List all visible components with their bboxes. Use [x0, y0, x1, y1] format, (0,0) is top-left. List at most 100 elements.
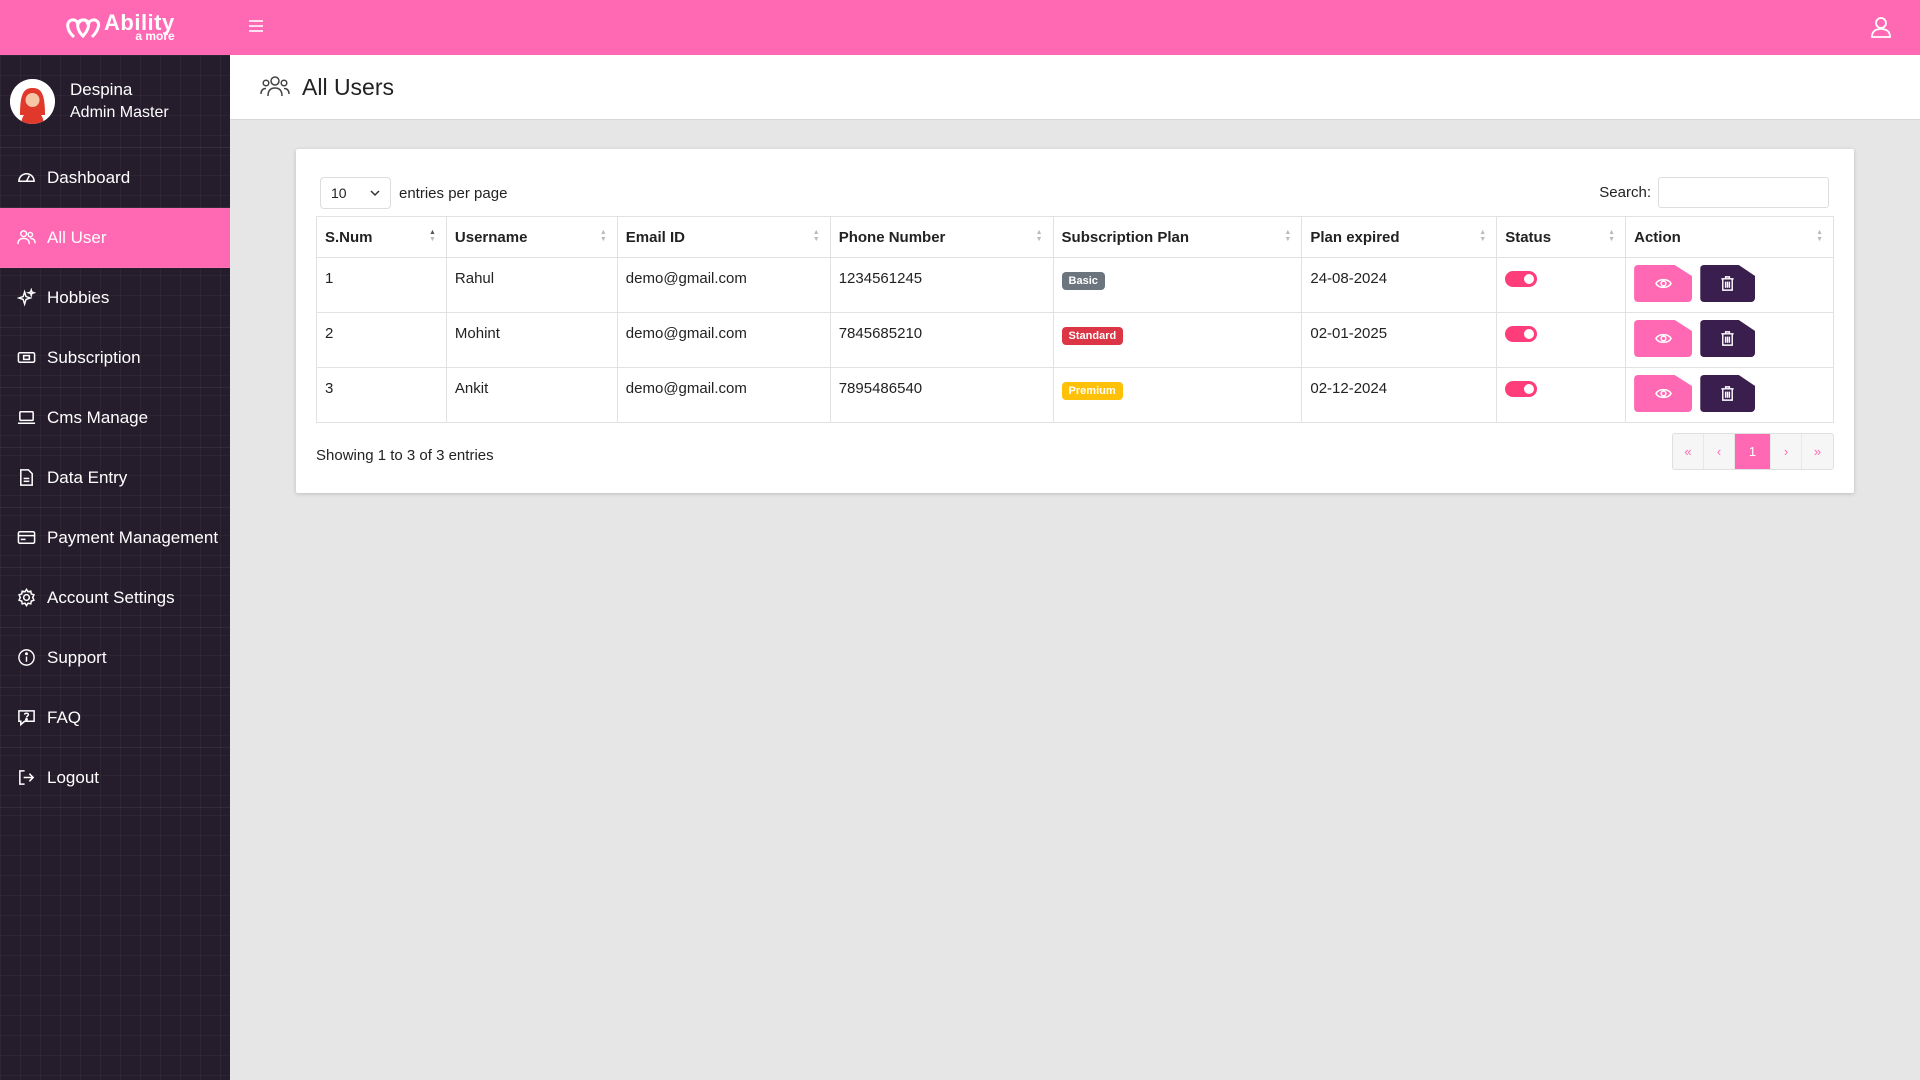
page-next-button[interactable]: ›: [1771, 434, 1802, 469]
view-button[interactable]: [1634, 320, 1693, 357]
trash-icon: [1721, 386, 1734, 401]
cell-phone: 7895486540: [829, 367, 1054, 423]
users-icon: [16, 230, 36, 245]
sort-icon: ▲ ▼: [812, 229, 820, 243]
chevron-down-icon: [370, 189, 380, 196]
view-button[interactable]: [1634, 265, 1693, 302]
entries-per-page-select[interactable]: 10: [320, 177, 391, 209]
column-header-plan[interactable]: Subscription Plan ▲ ▼: [1052, 216, 1303, 258]
sort-icon: ▲ ▼: [1284, 229, 1292, 243]
eye-icon: [1654, 388, 1672, 399]
column-header-snum[interactable]: S.Num ▲ ▼: [316, 216, 447, 258]
user-account-icon[interactable]: [1868, 14, 1894, 40]
page-first-button[interactable]: «: [1673, 434, 1704, 469]
cell-action: [1625, 257, 1834, 313]
column-header-expired[interactable]: Plan expired ▲ ▼: [1301, 216, 1498, 258]
cell-plan: Standard: [1052, 312, 1303, 368]
sidebar-item-label: Account Settings: [47, 587, 175, 607]
brand-logo[interactable]: Ability a more: [64, 12, 175, 42]
sidebar-item-account-settings[interactable]: Account Settings: [0, 568, 230, 628]
cell-expired: 02-12-2024: [1301, 367, 1498, 423]
cell-email: demo@gmail.com: [616, 257, 831, 313]
cell-action: [1625, 312, 1834, 368]
sidebar-item-label: Support: [47, 647, 107, 667]
sidebar-item-dashboard[interactable]: Dashboard: [0, 148, 230, 208]
sidebar-item-hobbies[interactable]: Hobbies: [0, 268, 230, 328]
sort-icon: ▲ ▼: [1035, 229, 1043, 243]
column-header-email[interactable]: Email ID ▲ ▼: [616, 216, 831, 258]
avatar: [10, 78, 55, 124]
sort-icon: ▲ ▼: [428, 229, 436, 243]
search-label: Search:: [1599, 184, 1651, 201]
cell-username: Rahul: [445, 257, 618, 313]
sidebar-item-payment-management[interactable]: Payment Management: [0, 508, 230, 568]
page-prev-button[interactable]: ‹: [1704, 434, 1735, 469]
page-title: All Users: [302, 73, 395, 100]
column-header-status[interactable]: Status ▲ ▼: [1496, 216, 1627, 258]
top-bar: Ability a more: [0, 0, 1920, 55]
pagination: « ‹ 1 › »: [1672, 433, 1834, 470]
entries-per-page-value: 10: [331, 185, 347, 201]
sidebar-item-logout[interactable]: Logout: [0, 748, 230, 808]
cell-action: [1625, 367, 1834, 423]
sidebar-item-label: Cms Manage: [47, 407, 149, 427]
page-current-button[interactable]: 1: [1735, 434, 1771, 469]
profile-block[interactable]: Despina Admin Master: [0, 55, 230, 148]
cell-plan: Basic: [1052, 257, 1303, 313]
status-toggle[interactable]: [1505, 381, 1538, 397]
question-icon: [17, 710, 35, 727]
cell-username: Ankit: [445, 367, 618, 423]
hamburger-menu-icon[interactable]: [246, 16, 266, 36]
eye-icon: [1654, 278, 1672, 289]
laptop-icon: [17, 411, 35, 424]
cell-status: [1496, 367, 1627, 423]
users-icon: [260, 76, 290, 97]
table-row: 1 Rahul demo@gmail.com 1234561245 Basic …: [316, 257, 1834, 313]
cell-status: [1496, 257, 1627, 313]
table-row: 2 Mohint demo@gmail.com 7845685210 Stand…: [316, 312, 1834, 368]
sparkles-icon: [16, 288, 36, 307]
delete-button[interactable]: [1700, 320, 1756, 357]
sidebar-item-data-entry[interactable]: Data Entry: [0, 448, 230, 508]
sidebar-nav: Dashboard All User Hobbies Subscription …: [0, 148, 230, 808]
sidebar-item-label: All User: [47, 227, 107, 247]
column-header-action[interactable]: Action ▲ ▼: [1625, 216, 1834, 258]
sidebar-item-support[interactable]: Support: [0, 628, 230, 688]
delete-button[interactable]: [1700, 265, 1756, 302]
cell-phone: 1234561245: [829, 257, 1054, 313]
sort-icon: ▲ ▼: [1816, 229, 1823, 243]
sidebar-item-subscription[interactable]: Subscription: [0, 328, 230, 388]
sidebar-item-label: Subscription: [47, 347, 141, 367]
cell-plan: Premium: [1052, 367, 1303, 423]
avatar-icon: [10, 78, 55, 124]
column-header-username[interactable]: Username ▲ ▼: [445, 216, 618, 258]
delete-button[interactable]: [1700, 375, 1756, 412]
dashboard-icon: [17, 173, 35, 183]
status-toggle[interactable]: [1505, 326, 1538, 342]
entries-length-control: 10 entries per page: [320, 177, 507, 209]
sidebar-item-label: Logout: [47, 767, 99, 787]
sidebar-item-faq[interactable]: FAQ: [0, 688, 230, 748]
search-input[interactable]: [1658, 177, 1829, 208]
view-button[interactable]: [1634, 375, 1693, 412]
table-row: 3 Ankit demo@gmail.com 7895486540 Premiu…: [316, 367, 1834, 423]
status-toggle[interactable]: [1505, 271, 1538, 287]
users-card: 10 entries per page Search: S.Num ▲ ▼ User…: [296, 149, 1854, 493]
page-header: All Users: [230, 55, 1920, 120]
page-last-button[interactable]: »: [1802, 434, 1833, 469]
logout-icon: [18, 770, 34, 785]
plan-badge: Premium: [1061, 382, 1123, 400]
users-table: S.Num ▲ ▼ Username ▲ ▼ Email ID ▲ ▼ Phone Numb…: [316, 216, 1834, 423]
column-header-phone[interactable]: Phone Number ▲ ▼: [829, 216, 1054, 258]
plan-badge: Standard: [1061, 327, 1124, 345]
cell-snum: 3: [316, 367, 447, 423]
cell-username: Mohint: [445, 312, 618, 368]
entries-per-page-label: entries per page: [399, 184, 508, 202]
cell-email: demo@gmail.com: [616, 312, 831, 368]
sidebar-item-label: FAQ: [47, 707, 82, 727]
cell-status: [1496, 312, 1627, 368]
sidebar-item-all-user[interactable]: All User: [0, 208, 230, 268]
cell-snum: 1: [316, 257, 447, 313]
sidebar-item-cms-manage[interactable]: Cms Manage: [0, 388, 230, 448]
sort-icon: ▲ ▼: [599, 229, 607, 243]
